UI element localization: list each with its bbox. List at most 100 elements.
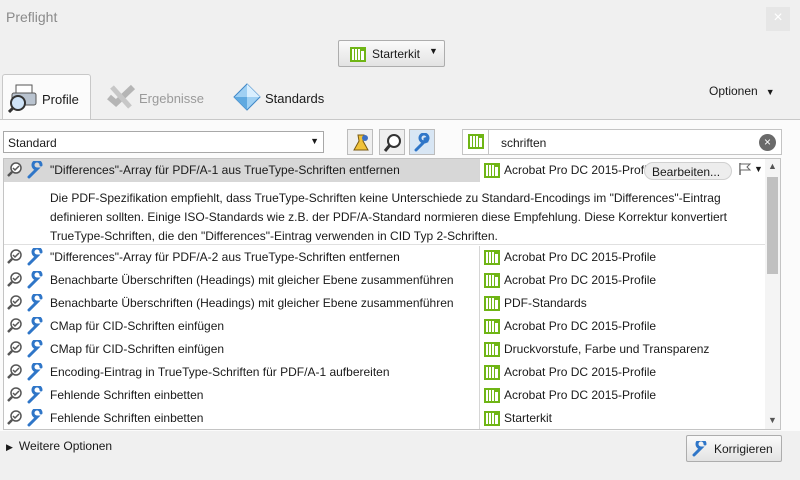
- column-divider: [479, 246, 480, 269]
- tab-bar: Profile Ergebnisse Standards: [0, 70, 800, 120]
- fixup-name: "Differences"-Array für PDF/A-2 aus True…: [50, 250, 400, 264]
- fix-button-label: Korrigieren: [714, 442, 773, 456]
- library-icon: [484, 365, 500, 380]
- chevron-down-icon[interactable]: ▼: [754, 164, 763, 174]
- group-name: PDF-Standards: [504, 296, 587, 310]
- wrench-icon: [27, 271, 43, 289]
- magnifier-icon: [383, 134, 401, 152]
- options-label: Optionen: [709, 84, 758, 98]
- column-divider: [479, 384, 480, 407]
- scroll-down-icon[interactable]: ▼: [768, 415, 777, 425]
- more-options-toggle[interactable]: ▶ Weitere Optionen: [6, 439, 112, 453]
- library-icon: [468, 134, 484, 149]
- fixup-name: Encoding-Eintrag in TrueType-Schriften f…: [50, 365, 390, 379]
- list-item[interactable]: Benachbarte Überschriften (Headings) mit…: [4, 292, 765, 315]
- list-item[interactable]: Benachbarte Überschriften (Headings) mit…: [4, 269, 765, 292]
- wrench-icon: [27, 161, 43, 179]
- magnifier-check-icon: [7, 162, 22, 177]
- tab-standards[interactable]: Standards: [228, 74, 338, 120]
- list-item[interactable]: Encoding-Eintrag in TrueType-Schriften f…: [4, 361, 765, 384]
- search-input[interactable]: schriften: [501, 136, 546, 150]
- wrench-icon: [27, 294, 43, 312]
- diamond-icon: [233, 83, 261, 111]
- fixup-description: Die PDF-Spezifikation empfiehlt, dass Tr…: [4, 182, 765, 245]
- wrench-icon: [27, 317, 43, 335]
- profile-filter-dropdown[interactable]: Standard ▼: [3, 131, 324, 153]
- dropdown-value: Standard: [8, 136, 57, 150]
- magnifier-check-icon: [7, 318, 22, 333]
- magnifier-check-icon: [7, 272, 22, 287]
- results-icon: [107, 84, 136, 109]
- magnifier-check-icon: [7, 249, 22, 264]
- show-fixups-button[interactable]: [409, 129, 435, 155]
- wrench-icon: [27, 248, 43, 266]
- chevron-down-icon: ▼: [765, 87, 775, 97]
- flag-icon[interactable]: [738, 162, 752, 176]
- library-dropdown-button[interactable]: Starterkit ▼: [338, 40, 445, 67]
- library-icon: [484, 273, 500, 288]
- fixup-name: Benachbarte Überschriften (Headings) mit…: [50, 296, 454, 310]
- group-name: Acrobat Pro DC 2015-Profile: [504, 365, 657, 379]
- magnifier-check-icon: [7, 410, 22, 425]
- wrench-icon: [27, 363, 43, 381]
- column-divider: [479, 159, 480, 182]
- list-item[interactable]: CMap für CID-Schriften einfügen Acrobat …: [4, 315, 765, 338]
- library-icon: [484, 163, 500, 178]
- show-checks-button[interactable]: [347, 129, 373, 155]
- tab-results[interactable]: Ergebnisse: [100, 74, 210, 120]
- options-menu[interactable]: Optionen ▼: [709, 84, 775, 98]
- tab-label: Profile: [42, 92, 79, 107]
- close-button[interactable]: ×: [766, 7, 790, 31]
- fixup-name: CMap für CID-Schriften einfügen: [50, 342, 225, 356]
- profile-panel: Standard ▼ schriften × "Differences"-Arr…: [0, 119, 800, 431]
- description-text: Die PDF-Spezifikation empfiehlt, dass Tr…: [50, 191, 727, 243]
- show-checks-only-button[interactable]: [379, 129, 405, 155]
- library-icon: [484, 411, 500, 426]
- wrench-icon: [414, 133, 430, 152]
- column-divider: [479, 338, 480, 361]
- wrench-icon: [27, 409, 43, 427]
- magnifier-check-icon: [7, 364, 22, 379]
- scroll-up-icon[interactable]: ▲: [768, 161, 777, 171]
- column-divider: [479, 315, 480, 338]
- group-name: Acrobat Pro DC 2015-Profile: [504, 250, 657, 264]
- search-field[interactable]: schriften ×: [462, 129, 782, 155]
- fixup-name: Fehlende Schriften einbetten: [50, 388, 204, 402]
- library-filter-icon[interactable]: [463, 130, 489, 154]
- fixup-list: "Differences"-Array für PDF/A-1 aus True…: [3, 158, 781, 430]
- magnifier-check-icon: [7, 341, 22, 356]
- column-divider: [479, 361, 480, 384]
- group-name: Acrobat Pro DC 2015-Profile: [504, 163, 657, 177]
- wrench-icon: [27, 386, 43, 404]
- list-item[interactable]: CMap für CID-Schriften einfügen Druckvor…: [4, 338, 765, 361]
- window-title: Preflight: [6, 9, 58, 25]
- library-icon: [484, 319, 500, 334]
- more-options-label: Weitere Optionen: [18, 439, 113, 453]
- tab-label: Standards: [265, 91, 325, 106]
- scrollbar-thumb[interactable]: [767, 177, 778, 274]
- edit-button[interactable]: Bearbeiten...: [644, 162, 732, 180]
- group-name: Druckvorstufe, Farbe und Transparenz: [504, 342, 710, 356]
- list-item[interactable]: "Differences"-Array für PDF/A-2 aus True…: [4, 246, 765, 269]
- library-icon: [484, 342, 500, 357]
- title-bar: Preflight ×: [0, 0, 800, 34]
- fix-button[interactable]: Korrigieren: [686, 435, 782, 462]
- list-item[interactable]: Fehlende Schriften einbetten Acrobat Pro…: [4, 384, 765, 407]
- fixup-name: Fehlende Schriften einbetten: [50, 411, 204, 425]
- tab-profile[interactable]: Profile: [2, 74, 91, 120]
- list-item[interactable]: Fehlende Schriften einbetten Starterkit: [4, 407, 765, 429]
- fixup-name: CMap für CID-Schriften einfügen: [50, 319, 225, 333]
- library-icon: [484, 388, 500, 403]
- group-name: Starterkit: [504, 411, 553, 425]
- clear-search-icon[interactable]: ×: [759, 134, 776, 151]
- vertical-scrollbar[interactable]: ▲ ▼: [765, 159, 780, 429]
- library-icon: [484, 296, 500, 311]
- group-name: Acrobat Pro DC 2015-Profile: [504, 273, 657, 287]
- expand-triangle-icon: ▶: [6, 442, 13, 452]
- magnifier-check-icon: [7, 387, 22, 402]
- column-divider: [479, 269, 480, 292]
- fixup-name: Benachbarte Überschriften (Headings) mit…: [50, 273, 454, 287]
- column-divider: [479, 407, 480, 429]
- fixup-name: "Differences"-Array für PDF/A-1 aus True…: [50, 163, 480, 177]
- list-item[interactable]: "Differences"-Array für PDF/A-1 aus True…: [4, 159, 765, 182]
